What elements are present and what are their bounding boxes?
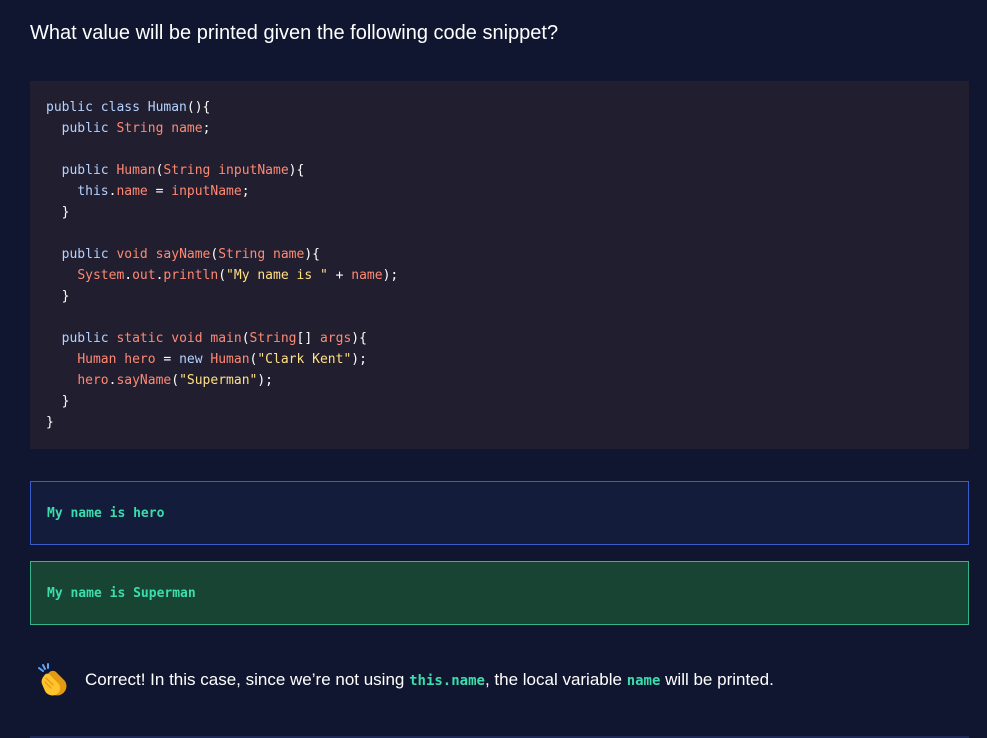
code-line: } [46, 202, 953, 223]
code-token: name [351, 268, 383, 283]
code-token: String [249, 331, 297, 346]
code-token: this [77, 184, 109, 199]
code-token: hero [124, 352, 156, 367]
code-token: Human [210, 352, 250, 367]
answer-option-label: My name is Superman [47, 585, 196, 601]
code-token: ){ [304, 247, 320, 262]
code-token: void [171, 331, 211, 346]
code-token: String [116, 121, 172, 136]
code-token: sayName [116, 373, 172, 388]
code-line: } [46, 391, 953, 412]
code-token: = [147, 184, 172, 199]
code-token: out [132, 268, 156, 283]
code-token: Human [77, 352, 125, 367]
code-token: = [155, 352, 180, 367]
code-token: name [171, 121, 203, 136]
feedback-prefix: Correct! In this case, since we’re not u… [85, 670, 410, 689]
code-token: } [46, 205, 70, 220]
feedback-text: Correct! In this case, since we’re not u… [85, 670, 774, 690]
code-token: ( [171, 373, 180, 388]
code-token: static [116, 331, 172, 346]
code-token: inputName [171, 184, 242, 199]
code-line: } [46, 286, 953, 307]
feedback-message: Correct! In this case, since we’re not u… [36, 660, 774, 700]
code-token: inputName [218, 163, 289, 178]
code-token: public [61, 247, 117, 262]
code-token: } [46, 415, 54, 430]
code-token: (){ [186, 100, 211, 115]
code-token: ( [218, 268, 227, 283]
code-token: ; [241, 184, 250, 199]
code-token: "Clark Kent" [257, 352, 352, 367]
inline-code-name: name [626, 673, 661, 689]
code-line: public static void main(String[] args){ [46, 328, 953, 349]
clapping-hands-icon [36, 662, 72, 698]
code-token: Human [116, 163, 156, 178]
code-token: Human [147, 100, 187, 115]
code-token: } [46, 289, 70, 304]
code-token: ); [382, 268, 399, 283]
code-token: ; [202, 121, 211, 136]
code-token: println [163, 268, 219, 283]
code-line: System.out.println("My name is " + name)… [46, 265, 953, 286]
code-token: name [116, 184, 148, 199]
answer-option-label: My name is hero [47, 505, 165, 521]
code-token: void [116, 247, 156, 262]
code-line: public Human(String inputName){ [46, 160, 953, 181]
code-line: this.name = inputName; [46, 181, 953, 202]
code-token: ){ [288, 163, 305, 178]
code-token: System [77, 268, 125, 283]
question-title: What value will be printed given the fol… [30, 22, 559, 44]
answer-option-superman[interactable]: My name is Superman [30, 561, 969, 625]
feedback-suffix: will be printed. [660, 670, 774, 689]
feedback-middle: , the local variable [484, 670, 627, 689]
code-line: public String name; [46, 118, 953, 139]
answer-option-hero[interactable]: My name is hero [30, 481, 969, 545]
code-line: public class Human(){ [46, 97, 953, 118]
code-token: args [319, 331, 352, 346]
code-snippet: public class Human(){ public String name… [30, 81, 969, 449]
code-token: public [61, 121, 117, 136]
code-token: name [273, 247, 305, 262]
code-token: main [210, 331, 242, 346]
code-token: public class [46, 100, 148, 115]
code-token: "My name is " [226, 268, 328, 283]
code-token: sayName [155, 247, 211, 262]
code-token: + [327, 268, 352, 283]
code-token: ( [241, 331, 250, 346]
code-token: ); [351, 352, 367, 367]
inline-code-this-name: this.name [409, 673, 485, 689]
code-token: public [61, 331, 117, 346]
code-token: hero [77, 373, 109, 388]
code-token: } [46, 394, 70, 409]
code-token: String [218, 247, 274, 262]
code-token: . [124, 268, 133, 283]
code-line: hero.sayName("Superman"); [46, 370, 953, 391]
code-token: public [61, 163, 117, 178]
code-line: } [46, 412, 953, 433]
code-token: new [179, 352, 211, 367]
code-token: [] [296, 331, 320, 346]
code-token: "Superman" [179, 373, 258, 388]
code-token: ){ [351, 331, 367, 346]
code-token: ); [257, 373, 274, 388]
code-token: String [163, 163, 219, 178]
code-line: Human hero = new Human("Clark Kent"); [46, 349, 953, 370]
code-line: public void sayName(String name){ [46, 244, 953, 265]
